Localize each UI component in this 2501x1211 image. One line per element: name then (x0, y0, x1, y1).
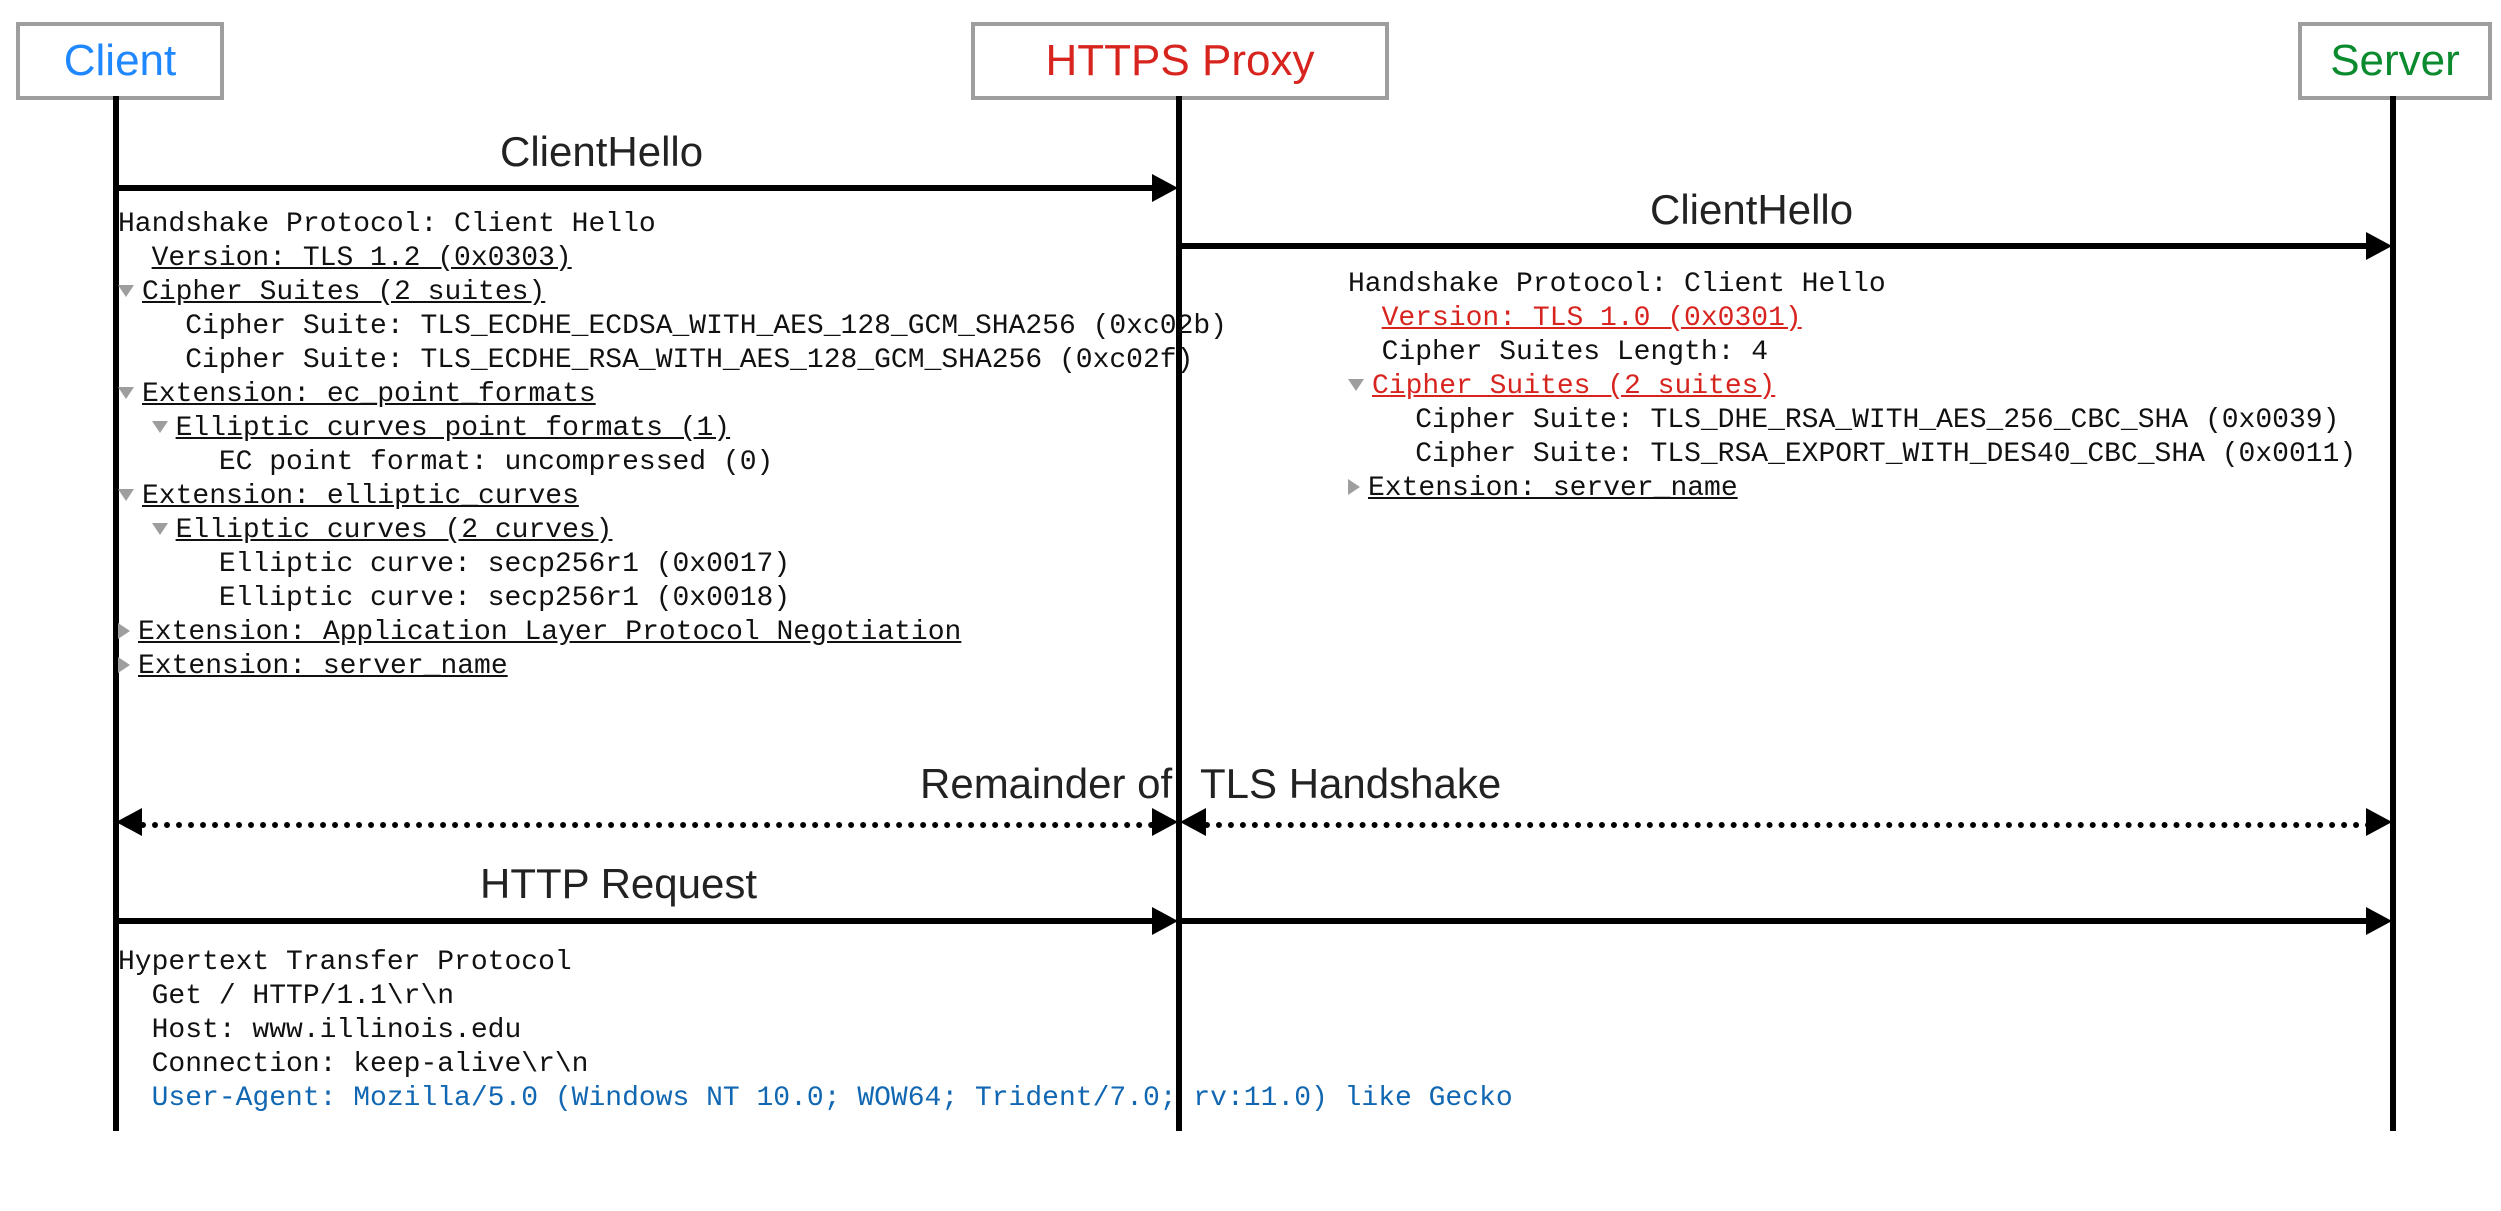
expand-down-icon (152, 523, 168, 535)
dump-line: Version: TLS 1.2 (0x0303) (118, 242, 1178, 276)
msg-remainder-left: Remainder of (920, 760, 1172, 808)
arrowhead-icon (2366, 232, 2392, 260)
dump-line: Extension: server_name (1348, 472, 2408, 506)
packet-dump-client: Handshake Protocol: Client Hello Version… (118, 208, 1178, 684)
packet-dump-http: Hypertext Transfer Protocol Get / HTTP/1… (118, 946, 1518, 1116)
arrowhead-icon (2366, 808, 2392, 836)
dump-line: Hypertext Transfer Protocol (118, 946, 1518, 980)
msg-remainder-right: TLS Handshake (1200, 760, 1501, 808)
msg-clienthello-right: ClientHello (1650, 186, 1853, 234)
expand-right-icon (1348, 479, 1360, 495)
expand-down-icon (118, 489, 134, 501)
arrowhead-icon (1152, 174, 1178, 202)
dump-line: Elliptic curve: secp256r1 (0x0017) (118, 548, 1178, 582)
dump-line: Host: www.illinois.edu (118, 1014, 1518, 1048)
actor-server: Server (2298, 22, 2492, 100)
msg-clienthello-left: ClientHello (500, 128, 703, 176)
dump-line: Elliptic curve: secp256r1 (0x0018) (118, 582, 1178, 616)
msg-http-request: HTTP Request (480, 860, 757, 908)
dump-line: Elliptic curves point formats (1) (118, 412, 1178, 446)
dump-line: EC point format: uncompressed (0) (118, 446, 1178, 480)
dump-line: Extension: elliptic_curves (118, 480, 1178, 514)
arrow-proxy-server-hello (1182, 243, 2372, 249)
dump-line: Elliptic curves (2 curves) (118, 514, 1178, 548)
dump-line: Handshake Protocol: Client Hello (118, 208, 1178, 242)
arrowhead-icon (1180, 808, 1206, 836)
dump-line: User-Agent: Mozilla/5.0 (Windows NT 10.0… (118, 1082, 1518, 1116)
dump-line: Version: TLS 1.0 (0x0301) (1348, 302, 2408, 336)
expand-down-icon (1348, 379, 1364, 391)
actor-client: Client (16, 22, 224, 100)
dump-line: Cipher Suites (2 suites) (118, 276, 1178, 310)
actor-proxy-label: HTTPS Proxy (1046, 36, 1315, 86)
arrowhead-icon (2366, 907, 2392, 935)
arrow-client-proxy-http (119, 918, 1157, 924)
arrow-proxy-server-http (1182, 918, 2372, 924)
dump-line: Cipher Suite: TLS_ECDHE_ECDSA_WITH_AES_1… (118, 310, 1178, 344)
sequence-diagram: Client HTTPS Proxy Server ClientHello Cl… (0, 0, 2501, 1211)
dump-line: Cipher Suite: TLS_DHE_RSA_WITH_AES_256_C… (1348, 404, 2408, 438)
dump-line: Get / HTTP/1.1\r\n (118, 980, 1518, 1014)
arrow-remainder-left (140, 822, 1155, 828)
expand-right-icon (118, 657, 130, 673)
dump-line: Extension: Application Layer Protocol Ne… (118, 616, 1178, 650)
dump-line: Connection: keep-alive\r\n (118, 1048, 1518, 1082)
expand-down-icon (118, 285, 134, 297)
dump-line: Extension: ec_point_formats (118, 378, 1178, 412)
actor-client-label: Client (64, 36, 177, 86)
arrowhead-icon (1152, 808, 1178, 836)
dump-line: Cipher Suite: TLS_RSA_EXPORT_WITH_DES40_… (1348, 438, 2408, 472)
dump-line: Cipher Suite: TLS_ECDHE_RSA_WITH_AES_128… (118, 344, 1178, 378)
dump-line: Extension: server_name (118, 650, 1178, 684)
arrow-client-proxy-hello (119, 185, 1157, 191)
arrowhead-icon (116, 808, 142, 836)
actor-server-label: Server (2330, 36, 2460, 86)
expand-down-icon (152, 421, 168, 433)
dump-line: Cipher Suites (2 suites) (1348, 370, 2408, 404)
arrow-remainder-right (1204, 822, 2372, 828)
dump-line: Handshake Protocol: Client Hello (1348, 268, 2408, 302)
dump-line: Cipher Suites Length: 4 (1348, 336, 2408, 370)
arrowhead-icon (1152, 907, 1178, 935)
actor-proxy: HTTPS Proxy (971, 22, 1389, 100)
expand-down-icon (118, 387, 134, 399)
packet-dump-proxy: Handshake Protocol: Client Hello Version… (1348, 268, 2408, 506)
expand-right-icon (118, 623, 130, 639)
